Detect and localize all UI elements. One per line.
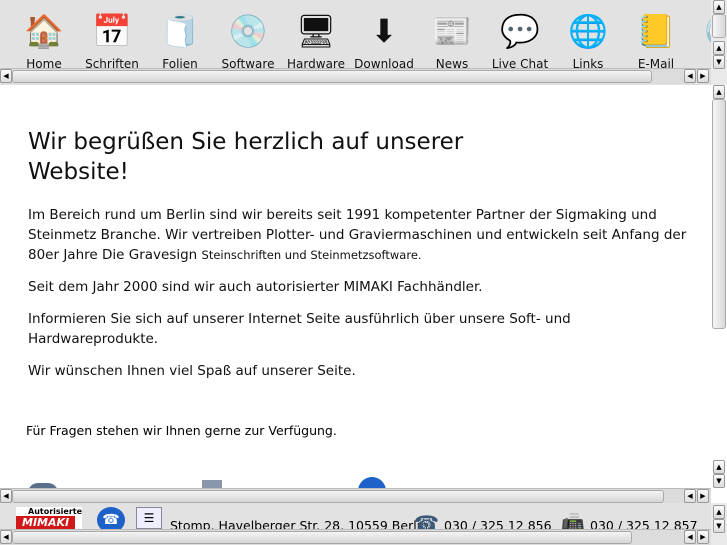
scroll-right-button[interactable]: ▶ <box>697 530 709 544</box>
contact-card-icon: ☰ <box>136 507 162 529</box>
nav-item-links[interactable]: 🌐 Links <box>554 8 622 71</box>
scroll-right-button[interactable]: ▶ <box>697 489 709 503</box>
greeting-paragraph: Wir wünschen Ihnen viel Spaß auf unserer… <box>28 363 356 379</box>
footer-vertical-scrollbar[interactable]: ▲ ▼ <box>711 503 727 545</box>
scroll-down-button[interactable]: ▼ <box>713 519 725 533</box>
software-box-icon: 💿 <box>228 12 268 50</box>
foil-roll-icon: 🧻 <box>160 12 200 50</box>
scroll-left-button[interactable]: ◀ <box>0 489 12 503</box>
scroll-thumb[interactable] <box>12 531 632 544</box>
scroll-up-button[interactable]: ▲ <box>713 460 725 474</box>
nav-item-news[interactable]: 📰 News <box>418 8 486 71</box>
scroll-thumb[interactable] <box>712 14 726 38</box>
scroll-left-button[interactable]: ◀ <box>684 530 696 544</box>
chat-support-icon: 💬 <box>500 12 540 50</box>
content-vertical-scrollbar[interactable]: ▲ ▲ ▼ <box>711 85 727 503</box>
scroll-left-button[interactable]: ◀ <box>684 489 696 503</box>
download-arrow-icon: ⬇ <box>370 12 398 50</box>
nav-item-folien[interactable]: 🧻 Folien <box>146 8 214 71</box>
intro-small-text: Steinschriften und Steinmetzsoftware. <box>201 248 422 262</box>
nav-vertical-scrollbar[interactable]: ▲ ▲ ▼ <box>711 0 727 85</box>
computer-tower-icon: 🖥 <box>295 12 337 50</box>
scroll-thumb[interactable] <box>12 490 664 503</box>
scroll-thumb[interactable] <box>12 70 652 83</box>
nav-item-home[interactable]: 🏠 Home <box>10 8 78 71</box>
nav-horizontal-scrollbar[interactable]: ◀ ◀ ▶ <box>0 68 711 84</box>
navigation-frame: 🏠 Home 📅 Schriften 🧻 Folien 💿 Software 🖥 Hardware… <box>0 0 727 85</box>
page-title: Wir begrüßen Sie herzlich auf unserer We… <box>28 129 464 185</box>
footer-frame: Autorisierter MIMAKI ☎ ☰ Stomp. Havelber… <box>0 503 727 545</box>
nav-item-live-chat[interactable]: 💬 Live Chat <box>486 8 554 71</box>
nav-item-schriften[interactable]: 📅 Schriften <box>78 8 146 71</box>
scroll-left-button[interactable]: ◀ <box>684 69 696 83</box>
nav-item-hardware[interactable]: 🖥 Hardware <box>282 8 350 71</box>
newspaper-icon: 📰 <box>432 12 472 50</box>
nav-bar: 🏠 Home 📅 Schriften 🧻 Folien 💿 Software 🖥 Hardware… <box>10 8 727 71</box>
scroll-up-button[interactable]: ▲ <box>713 85 725 99</box>
scroll-right-button[interactable]: ▶ <box>697 69 709 83</box>
badge-text: Autorisierter <box>28 507 82 516</box>
scroll-thumb[interactable] <box>712 99 726 329</box>
contact-note: Für Fragen stehen wir Ihnen gerne zur Ve… <box>26 423 337 438</box>
footer-horizontal-scrollbar[interactable]: ◀ ◀ ▶ <box>0 529 711 545</box>
calendar-font-icon: 📅 <box>92 12 132 50</box>
nav-item-download[interactable]: ⬇ Download <box>350 8 418 71</box>
nav-item-e-mail[interactable]: 📒 E-Mail <box>622 8 690 71</box>
scroll-up-button[interactable]: ▲ <box>713 505 725 519</box>
scroll-down-button[interactable]: ▼ <box>713 474 725 488</box>
scroll-left-button[interactable]: ◀ <box>0 530 12 544</box>
scroll-left-button[interactable]: ◀ <box>0 69 12 83</box>
content-frame: Wir begrüßen Sie herzlich auf unserer We… <box>0 85 727 503</box>
globe-icon: 🌐 <box>568 12 608 50</box>
scroll-up-button[interactable]: ▲ <box>713 41 725 55</box>
address-book-icon: 📒 <box>636 12 676 50</box>
intro-paragraph: Im Bereich rund um Berlin sind wir berei… <box>28 205 698 265</box>
mimaki-paragraph: Seit dem Jahr 2000 sind wir auch autoris… <box>28 279 483 295</box>
scroll-down-button[interactable]: ▼ <box>713 55 725 69</box>
content-horizontal-scrollbar[interactable]: ◀ ◀ ▶ <box>0 488 711 503</box>
scroll-up-button[interactable]: ▲ <box>713 0 725 14</box>
home-icon: 🏠 <box>24 12 64 50</box>
products-paragraph: Informieren Sie sich auf unserer Interne… <box>28 311 571 347</box>
nav-item-software[interactable]: 💿 Software <box>214 8 282 71</box>
badge-brand: MIMAKI <box>16 516 76 529</box>
